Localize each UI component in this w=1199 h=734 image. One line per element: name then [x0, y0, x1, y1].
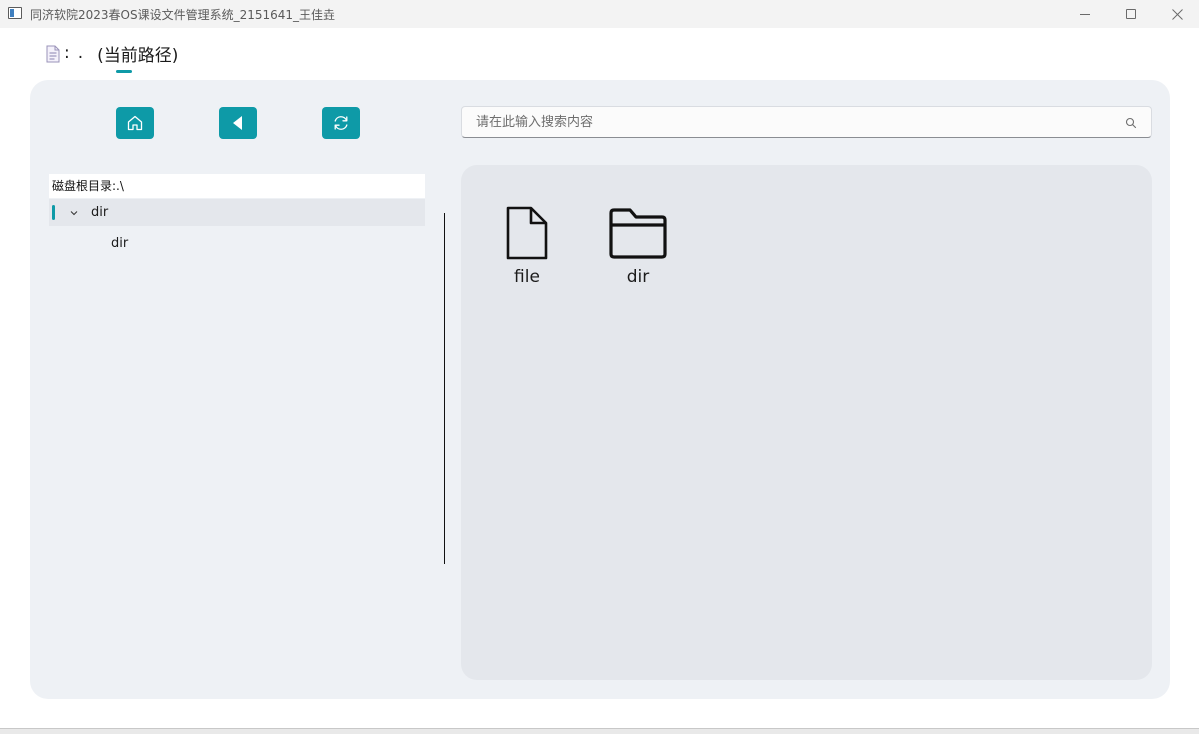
- maximize-button[interactable]: [1108, 0, 1154, 28]
- minimize-icon: [1080, 13, 1090, 15]
- back-arrow-icon: [233, 116, 242, 130]
- back-button[interactable]: [219, 107, 257, 139]
- tree-item-label: dir: [91, 205, 109, 220]
- refresh-button[interactable]: [322, 107, 360, 139]
- panel-divider[interactable]: [444, 213, 445, 564]
- current-path-header: : . (当前路径): [46, 40, 178, 66]
- close-icon: [1171, 8, 1183, 20]
- current-path-value: .: [77, 43, 84, 63]
- chevron-down-icon[interactable]: [68, 199, 80, 226]
- file-item[interactable]: file: [487, 201, 567, 297]
- tree-root-header: 磁盘根目录:.\: [49, 174, 425, 198]
- app-icon: [8, 7, 22, 19]
- folder-icon: [609, 208, 667, 259]
- tree-item-subdir[interactable]: dir: [49, 230, 425, 257]
- tree-item-label: dir: [111, 236, 129, 251]
- file-icon: [506, 206, 548, 260]
- selection-indicator: [52, 205, 55, 220]
- window-title: 同济软院2023春OS课设文件管理系统_2151641_王佳垚: [30, 8, 336, 22]
- tree-item-dir[interactable]: dir: [49, 199, 425, 226]
- file-content-area: file dir: [461, 165, 1152, 680]
- main-panel: 磁盘根目录:.\ dir dir file dir: [30, 80, 1170, 699]
- search-icon[interactable]: [1125, 117, 1137, 129]
- path-colon: :: [64, 43, 70, 63]
- minimize-button[interactable]: [1062, 0, 1108, 28]
- window-bottom-edge: [0, 728, 1199, 734]
- window-title-bar: 同济软院2023春OS课设文件管理系统_2151641_王佳垚: [0, 0, 1199, 28]
- search-box[interactable]: [461, 106, 1152, 138]
- search-input[interactable]: [474, 113, 1114, 131]
- document-icon: [46, 45, 60, 63]
- folder-item[interactable]: dir: [598, 201, 678, 297]
- refresh-icon: [334, 116, 348, 130]
- home-icon: [127, 115, 143, 131]
- file-item-label: file: [514, 267, 540, 287]
- home-button[interactable]: [116, 107, 154, 139]
- maximize-icon: [1126, 9, 1136, 19]
- path-underline-indicator: [116, 70, 132, 73]
- folder-item-label: dir: [626, 267, 650, 287]
- current-path-caption: (当前路径): [97, 45, 179, 66]
- close-button[interactable]: [1154, 0, 1199, 28]
